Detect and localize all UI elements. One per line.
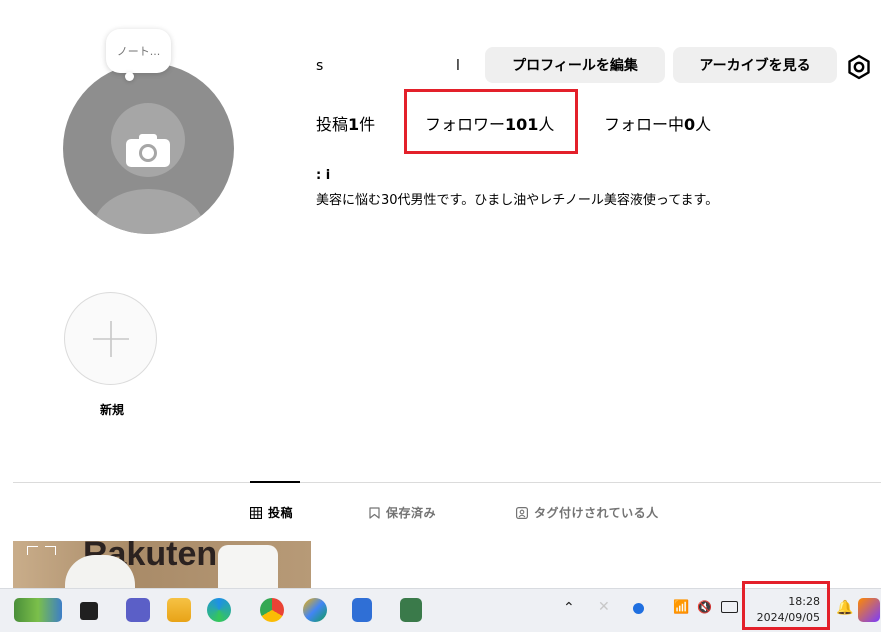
clipboard-app-icon[interactable] <box>400 598 422 622</box>
battery-icon[interactable] <box>721 601 738 613</box>
chevron-up-icon[interactable]: ⌃ <box>563 600 575 616</box>
post-thumbnail[interactable]: Rakuten <box>13 541 311 591</box>
tab-posts-label: 投稿 <box>268 506 294 520</box>
posts-count: 投稿1件 <box>316 111 375 135</box>
followers-number: 101 <box>505 115 539 134</box>
tab-tagged-label: タグ付けされている人 <box>534 506 659 520</box>
username-fragment: l <box>456 58 460 74</box>
edit-profile-button[interactable]: プロフィールを編集 <box>485 47 665 83</box>
paint-icon[interactable] <box>303 598 327 622</box>
note-bubble-text: ノート... <box>116 45 161 58</box>
file-explorer-icon[interactable] <box>167 598 191 622</box>
thumbnail-frame-mark <box>45 546 56 555</box>
username-fragment: s <box>316 58 324 74</box>
followers-link[interactable]: フォロワー101人 <box>425 111 554 135</box>
posts-number: 1 <box>348 115 360 134</box>
taskbar-clock[interactable]: 18:28 2024/09/05 <box>752 594 820 626</box>
thumbnail-frame-mark <box>27 546 38 555</box>
tray-app-icon[interactable] <box>633 603 644 614</box>
thumbnail-cup-right <box>218 545 278 591</box>
camera-icon <box>126 134 170 167</box>
note-bubble-tail <box>125 72 134 81</box>
wifi-icon[interactable]: 📶 <box>673 600 689 615</box>
new-highlight-button[interactable] <box>64 292 157 385</box>
tag-person-icon <box>516 506 528 519</box>
note-bubble[interactable]: ノート... <box>106 29 171 73</box>
task-view-icon[interactable] <box>80 602 98 620</box>
profile-bio: 美容に悩む30代男性です。ひまし油やレチノール美容液使ってます。 <box>316 193 719 208</box>
tab-posts[interactable]: 投稿 <box>250 504 293 521</box>
widgets-weather-icon[interactable] <box>14 598 62 622</box>
posts-suffix: 件 <box>359 115 376 134</box>
profile-avatar[interactable] <box>63 63 234 234</box>
profile-display-name: : i <box>316 168 331 183</box>
edge-icon[interactable] <box>207 598 231 622</box>
tab-saved-label: 保存済み <box>386 506 437 520</box>
clock-time: 18:28 <box>788 595 820 608</box>
notification-icon[interactable]: 🔔 <box>836 600 853 616</box>
teams-icon[interactable] <box>126 598 150 622</box>
notepad-icon[interactable] <box>352 598 372 622</box>
bookmark-icon <box>369 506 380 519</box>
following-label: フォロー中 <box>604 115 685 134</box>
posts-label: 投稿 <box>316 115 349 134</box>
chrome-icon[interactable] <box>260 598 284 622</box>
new-highlight-label: 新規 <box>99 403 124 417</box>
avatar-body-silhouette <box>93 189 204 234</box>
close-x-icon[interactable]: ✕ <box>598 599 610 615</box>
grid-icon <box>250 506 262 519</box>
tabs-divider <box>13 482 881 483</box>
active-tab-indicator <box>250 481 300 483</box>
followers-label: フォロワー <box>425 115 506 134</box>
copilot-icon[interactable] <box>858 598 880 622</box>
view-archive-button[interactable]: アーカイブを見る <box>673 47 837 83</box>
tab-tagged[interactable]: タグ付けされている人 <box>516 504 659 521</box>
plus-icon <box>93 321 129 357</box>
clock-date: 2024/09/05 <box>756 611 820 624</box>
speaker-muted-icon[interactable]: 🔇 <box>697 600 712 614</box>
tab-saved[interactable]: 保存済み <box>369 504 436 521</box>
followers-suffix: 人 <box>538 115 555 134</box>
settings-gear-icon[interactable] <box>845 53 873 81</box>
following-number: 0 <box>684 115 696 134</box>
following-link[interactable]: フォロー中0人 <box>604 111 711 135</box>
following-suffix: 人 <box>695 115 712 134</box>
